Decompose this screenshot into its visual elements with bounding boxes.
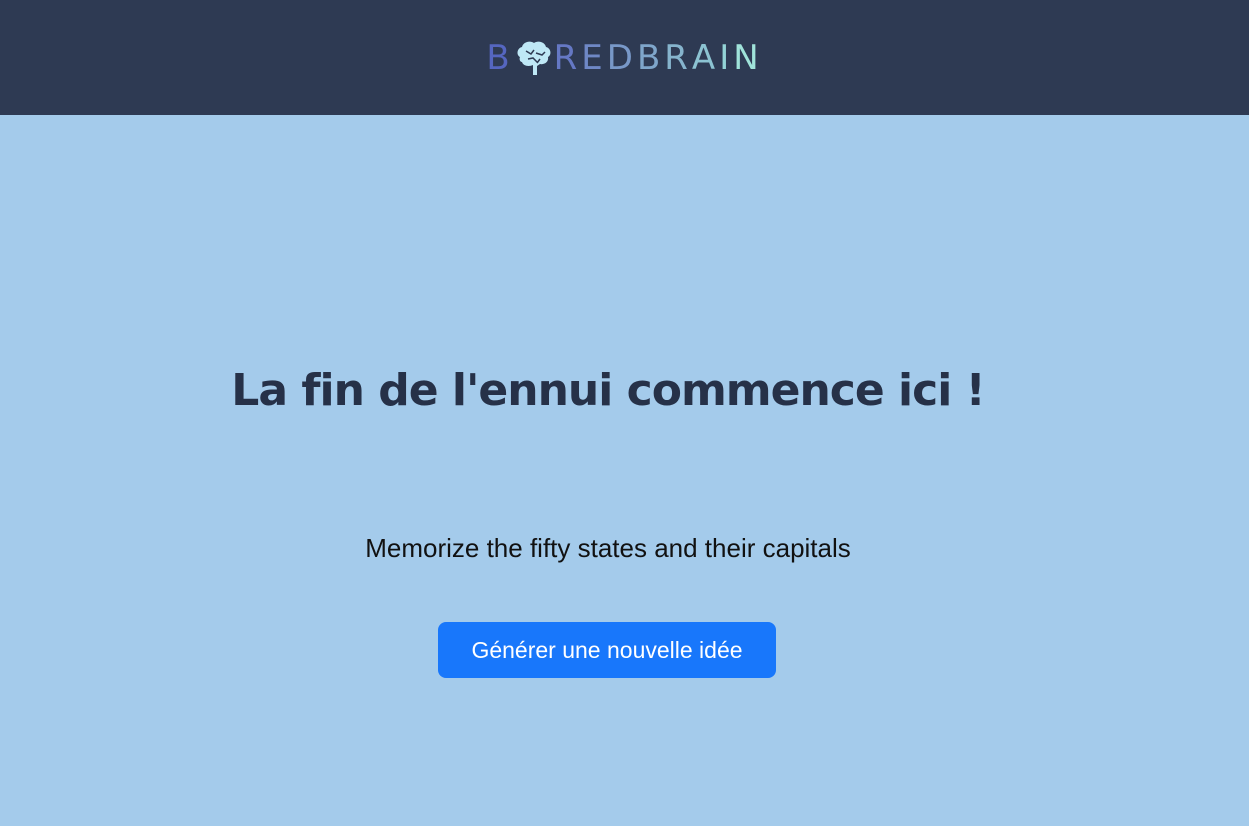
brain-icon	[514, 39, 554, 77]
logo-letter: R	[553, 37, 582, 78]
logo-letter: I	[719, 37, 734, 78]
logo-letter: A	[691, 37, 720, 78]
top-bar: B R E D B R A I N	[0, 0, 1249, 115]
headline: La fin de l'ennui commence ici !	[231, 365, 985, 416]
logo-letter: N	[733, 37, 763, 78]
logo-letter: E	[581, 37, 607, 78]
logo-boredbrain[interactable]: B R E D B R A I N	[486, 38, 762, 78]
activity-idea: Memorize the fifty states and their capi…	[365, 533, 851, 563]
logo-letter: B	[486, 37, 514, 78]
generate-idea-button[interactable]: Générer une nouvelle idée	[438, 622, 776, 678]
logo-letter: D	[606, 37, 637, 78]
logo-letter: B	[636, 37, 665, 78]
logo-letter: R	[664, 37, 692, 78]
main-content: La fin de l'ennui commence ici ! Memoriz…	[0, 115, 1249, 826]
